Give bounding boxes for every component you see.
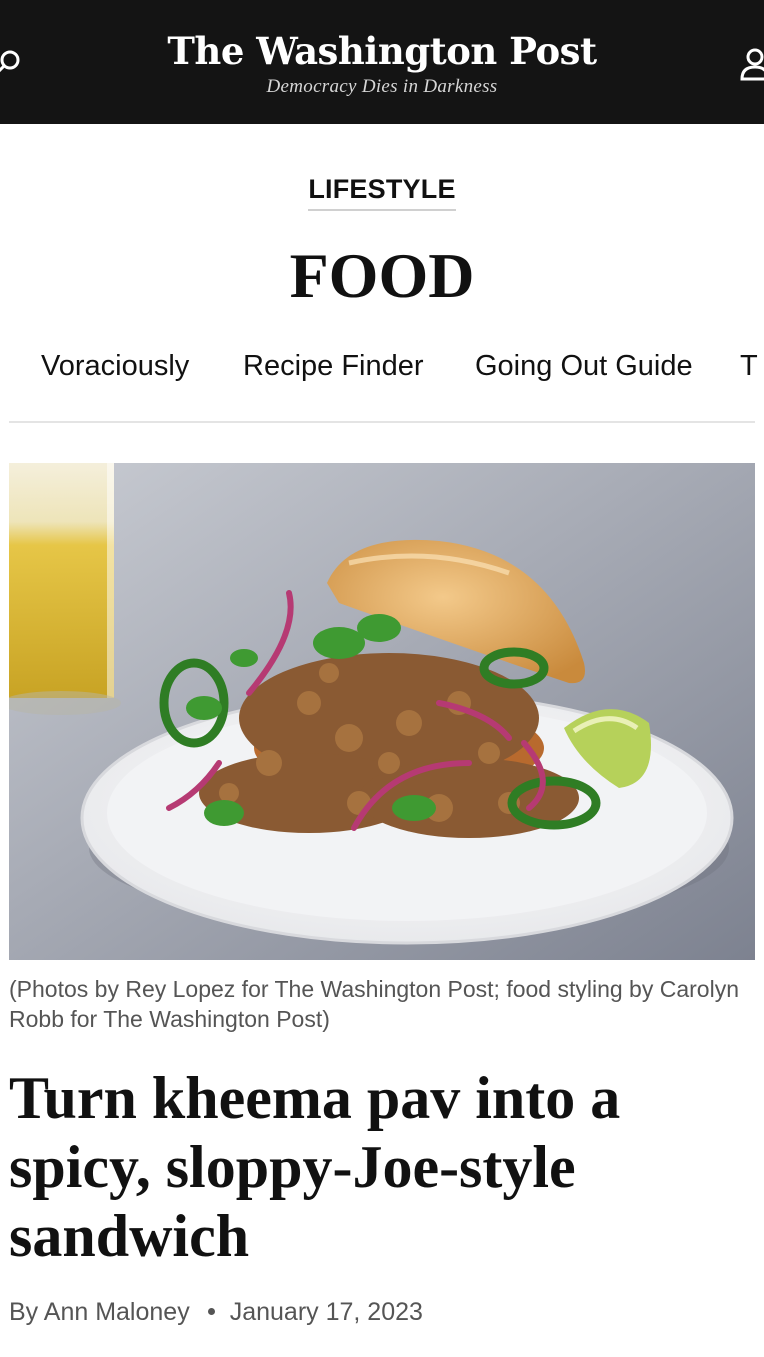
byline-separator xyxy=(207,1307,215,1315)
publish-date: January 17, 2023 xyxy=(229,1298,423,1326)
section-subnav: Voraciously Recipe Finder Going Out Guid… xyxy=(0,344,764,392)
subnav-item-recipe-finder[interactable]: Recipe Finder xyxy=(243,350,424,383)
site-tagline: Democracy Dies in Darkness xyxy=(266,76,498,97)
section-kicker[interactable]: LIFESTYLE xyxy=(0,174,764,211)
subnav-item-voraciously[interactable]: Voraciously xyxy=(41,350,189,383)
section-title[interactable]: FOOD xyxy=(0,240,764,312)
subnav-item-truncated[interactable]: T xyxy=(740,350,758,383)
image-caption: (Photos by Rey Lopez for The Washington … xyxy=(9,976,739,1032)
article-byline: By Ann Maloney January 17, 2023 xyxy=(9,1298,423,1327)
subnav-item-going-out-guide[interactable]: Going Out Guide xyxy=(475,350,693,383)
author-link[interactable]: Ann Maloney xyxy=(44,1298,190,1326)
site-header: The Washington Post Democracy Dies in Da… xyxy=(0,0,764,124)
account-icon[interactable] xyxy=(738,46,764,82)
byline-prefix: By xyxy=(9,1298,39,1326)
section-kicker-label: LIFESTYLE xyxy=(308,174,456,211)
hero-image[interactable] xyxy=(9,463,755,960)
site-logo[interactable]: The Washington Post xyxy=(0,28,764,74)
article-headline: Turn kheema pav into a spicy, sloppy-Joe… xyxy=(9,1065,621,1269)
subnav-divider xyxy=(9,421,755,423)
